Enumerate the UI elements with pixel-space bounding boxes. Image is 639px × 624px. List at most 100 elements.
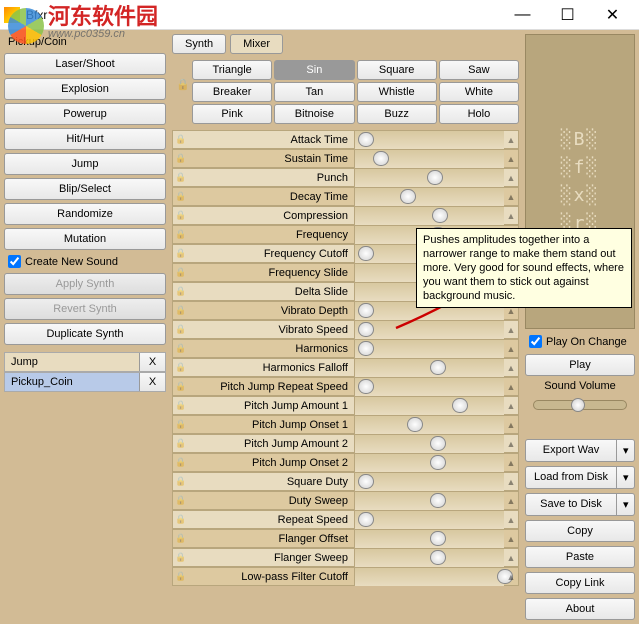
param-slider[interactable]: [354, 435, 504, 453]
wave-saw[interactable]: Saw: [439, 60, 519, 80]
minimize-button[interactable]: —: [500, 0, 545, 29]
lock-icon[interactable]: 🔒: [173, 533, 189, 544]
paste-button[interactable]: Paste: [525, 546, 635, 568]
param-slider[interactable]: [354, 169, 504, 187]
reset-icon[interactable]: ▲: [504, 496, 518, 506]
play-button[interactable]: Play: [525, 354, 635, 376]
apply-synth-button[interactable]: Apply Synth: [4, 273, 166, 295]
preset-mutation[interactable]: Mutation: [4, 228, 166, 250]
lock-icon[interactable]: 🔒: [173, 400, 189, 411]
lock-icon[interactable]: 🔒: [173, 286, 189, 297]
lock-icon[interactable]: 🔒: [173, 438, 189, 449]
reset-icon[interactable]: ▲: [504, 477, 518, 487]
slider-thumb[interactable]: [430, 493, 446, 508]
wave-sin[interactable]: Sin: [274, 60, 354, 80]
lock-icon[interactable]: 🔒: [173, 343, 189, 354]
sound-delete-button[interactable]: X: [139, 373, 165, 391]
reset-icon[interactable]: ▲: [504, 515, 518, 525]
param-slider[interactable]: [354, 150, 504, 168]
param-slider[interactable]: [354, 492, 504, 510]
param-slider[interactable]: [354, 188, 504, 206]
slider-thumb[interactable]: [430, 360, 446, 375]
create-new-checkbox[interactable]: [8, 255, 21, 268]
sound-delete-button[interactable]: X: [139, 353, 165, 371]
wave-white[interactable]: White: [439, 82, 519, 102]
reset-icon[interactable]: ▲: [504, 439, 518, 449]
lock-icon[interactable]: 🔒: [173, 172, 189, 183]
wave-tan[interactable]: Tan: [274, 82, 354, 102]
play-on-change-checkbox[interactable]: [529, 335, 542, 348]
reset-icon[interactable]: ▲: [504, 458, 518, 468]
lock-icon[interactable]: 🔒: [173, 248, 189, 259]
close-button[interactable]: ✕: [590, 0, 635, 29]
copy-link-button[interactable]: Copy Link: [525, 572, 635, 594]
lock-icon[interactable]: 🔒: [173, 305, 189, 316]
volume-slider[interactable]: [533, 400, 627, 410]
lock-icon[interactable]: 🔒: [173, 514, 189, 525]
lock-icon[interactable]: 🔒: [176, 78, 190, 91]
lock-icon[interactable]: 🔒: [173, 552, 189, 563]
reset-icon[interactable]: ▲: [504, 211, 518, 221]
save-dropdown[interactable]: ▾: [617, 493, 635, 516]
param-slider[interactable]: [354, 340, 504, 358]
reset-icon[interactable]: ▲: [504, 553, 518, 563]
reset-icon[interactable]: ▲: [504, 534, 518, 544]
revert-synth-button[interactable]: Revert Synth: [4, 298, 166, 320]
reset-icon[interactable]: ▲: [504, 192, 518, 202]
lock-icon[interactable]: 🔒: [173, 267, 189, 278]
load-dropdown[interactable]: ▾: [617, 466, 635, 489]
slider-thumb[interactable]: [358, 474, 374, 489]
lock-icon[interactable]: 🔒: [173, 210, 189, 221]
sound-item[interactable]: Pickup_Coin X: [4, 372, 166, 392]
reset-icon[interactable]: ▲: [504, 344, 518, 354]
slider-thumb[interactable]: [427, 170, 443, 185]
duplicate-synth-button[interactable]: Duplicate Synth: [4, 323, 166, 345]
lock-icon[interactable]: 🔒: [173, 153, 189, 164]
wave-triangle[interactable]: Triangle: [192, 60, 272, 80]
export-wav-button[interactable]: Export Wav: [525, 439, 617, 462]
lock-icon[interactable]: 🔒: [173, 571, 189, 582]
maximize-button[interactable]: ☐: [545, 0, 590, 29]
tab-mixer[interactable]: Mixer: [230, 34, 283, 54]
tab-synth[interactable]: Synth: [172, 34, 226, 54]
volume-thumb[interactable]: [571, 398, 585, 412]
param-slider[interactable]: [354, 359, 504, 377]
slider-thumb[interactable]: [430, 455, 446, 470]
lock-icon[interactable]: 🔒: [173, 419, 189, 430]
preset-blip[interactable]: Blip/Select: [4, 178, 166, 200]
param-slider[interactable]: [354, 530, 504, 548]
wave-bitnoise[interactable]: Bitnoise: [274, 104, 354, 124]
slider-thumb[interactable]: [430, 436, 446, 451]
param-slider[interactable]: [354, 473, 504, 491]
slider-thumb[interactable]: [452, 398, 468, 413]
wave-breaker[interactable]: Breaker: [192, 82, 272, 102]
about-button[interactable]: About: [525, 598, 635, 620]
param-slider[interactable]: [354, 454, 504, 472]
copy-button[interactable]: Copy: [525, 520, 635, 542]
slider-thumb[interactable]: [358, 246, 374, 261]
wave-square[interactable]: Square: [357, 60, 437, 80]
reset-icon[interactable]: ▲: [504, 135, 518, 145]
param-slider[interactable]: [354, 397, 504, 415]
reset-icon[interactable]: ▲: [504, 173, 518, 183]
slider-thumb[interactable]: [430, 550, 446, 565]
load-button[interactable]: Load from Disk: [525, 466, 617, 489]
reset-icon[interactable]: ▲: [504, 572, 518, 582]
wave-pink[interactable]: Pink: [192, 104, 272, 124]
param-slider[interactable]: [354, 549, 504, 567]
lock-icon[interactable]: 🔒: [173, 134, 189, 145]
reset-icon[interactable]: ▲: [504, 382, 518, 392]
reset-icon[interactable]: ▲: [504, 363, 518, 373]
preset-hithurt[interactable]: Hit/Hurt: [4, 128, 166, 150]
param-slider[interactable]: [354, 207, 504, 225]
slider-thumb[interactable]: [358, 303, 374, 318]
slider-thumb[interactable]: [400, 189, 416, 204]
slider-thumb[interactable]: [432, 208, 448, 223]
reset-icon[interactable]: ▲: [504, 154, 518, 164]
export-wav-dropdown[interactable]: ▾: [617, 439, 635, 462]
slider-thumb[interactable]: [407, 417, 423, 432]
param-slider[interactable]: [354, 511, 504, 529]
lock-icon[interactable]: 🔒: [173, 476, 189, 487]
wave-whistle[interactable]: Whistle: [357, 82, 437, 102]
slider-thumb[interactable]: [430, 531, 446, 546]
